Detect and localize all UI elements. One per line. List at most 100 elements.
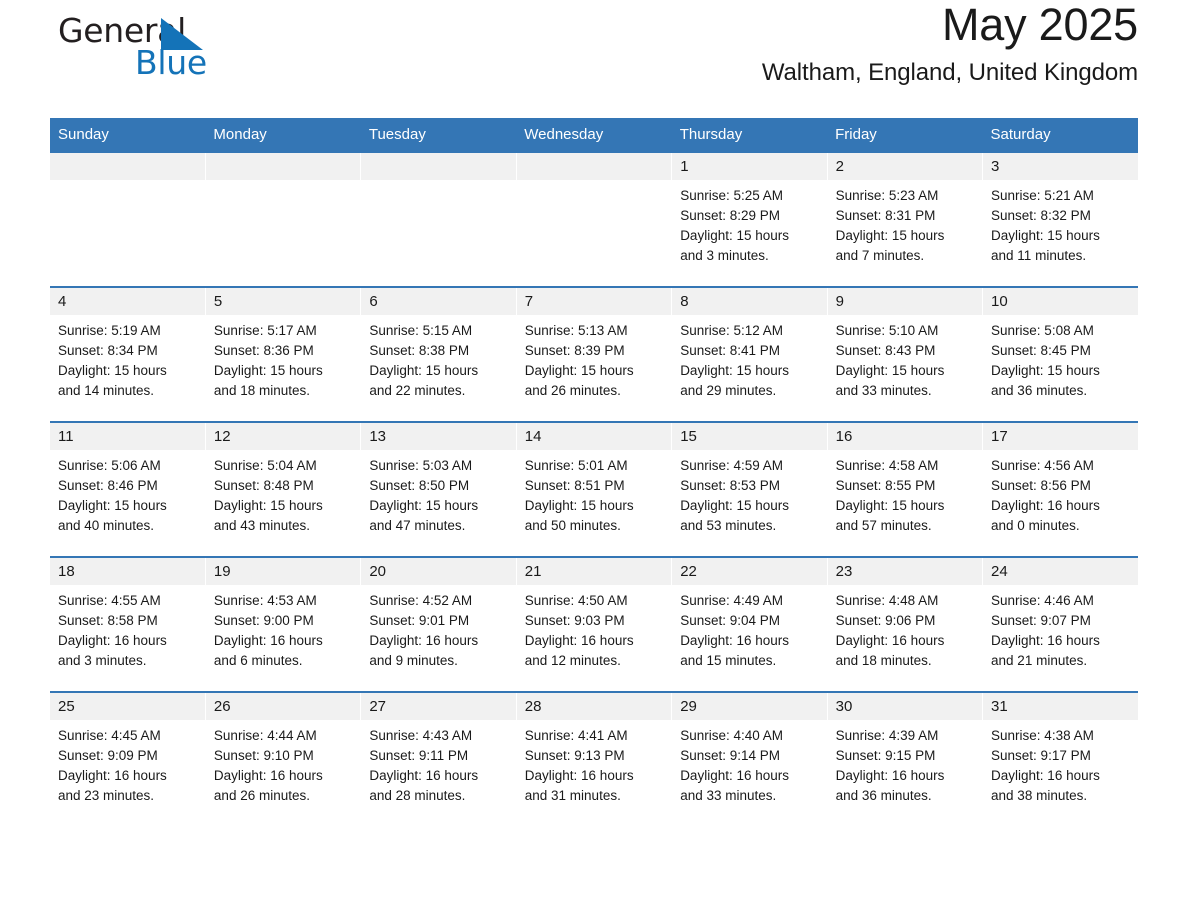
day-cell[interactable]: 19 Sunrise: 4:53 AM Sunset: 9:00 PM Dayl…: [205, 556, 362, 692]
sunset-text: Sunset: 9:03 PM: [524, 613, 625, 628]
day-number: [516, 153, 672, 180]
daylight-text-l1: Daylight: 16 hours: [835, 633, 945, 648]
day-cell[interactable]: [516, 151, 673, 287]
daylight-text-l1: Daylight: 16 hours: [213, 633, 323, 648]
day-number: [50, 153, 205, 180]
day-cell[interactable]: [205, 151, 362, 287]
sunrise-text: Sunrise: 5:03 AM: [369, 458, 473, 473]
day-cell[interactable]: 30 Sunrise: 4:39 AM Sunset: 9:15 PM Dayl…: [827, 691, 984, 826]
day-cell[interactable]: [360, 151, 517, 287]
daylight-text-l2: and 57 minutes.: [835, 518, 932, 533]
sunset-text: Sunset: 8:34 PM: [58, 343, 158, 358]
sunrise-text: Sunrise: 4:52 AM: [369, 593, 473, 608]
day-number: 26: [205, 693, 361, 720]
day-number: 18: [50, 558, 205, 585]
day-details: [50, 180, 205, 186]
day-number: 12: [205, 423, 361, 450]
sunrise-text: Sunrise: 4:39 AM: [835, 728, 939, 743]
daylight-text-l2: and 9 minutes.: [369, 653, 458, 668]
day-cell[interactable]: 4 Sunrise: 5:19 AM Sunset: 8:34 PM Dayli…: [50, 286, 206, 422]
day-cell[interactable]: 3 Sunrise: 5:21 AM Sunset: 8:32 PM Dayli…: [982, 151, 1138, 287]
day-number: 3: [983, 153, 1138, 180]
masthead: General Blue May 2025 Waltham, England, …: [50, 0, 1138, 118]
day-cell[interactable]: 18 Sunrise: 4:55 AM Sunset: 8:58 PM Dayl…: [50, 556, 206, 692]
day-cell[interactable]: 28 Sunrise: 4:41 AM Sunset: 9:13 PM Dayl…: [516, 691, 673, 826]
day-details: Sunrise: 5:17 AM Sunset: 8:36 PM Dayligh…: [206, 315, 360, 401]
day-cell[interactable]: 24 Sunrise: 4:46 AM Sunset: 9:07 PM Dayl…: [982, 556, 1138, 692]
day-cell[interactable]: 20 Sunrise: 4:52 AM Sunset: 9:01 PM Dayl…: [360, 556, 517, 692]
daylight-text-l1: Daylight: 15 hours: [58, 498, 167, 513]
day-cell[interactable]: 10 Sunrise: 5:08 AM Sunset: 8:45 PM Dayl…: [982, 286, 1138, 422]
week-row: 25 Sunrise: 4:45 AM Sunset: 9:09 PM Dayl…: [50, 691, 1138, 826]
day-number: 22: [672, 558, 827, 585]
sunset-text: Sunset: 9:11 PM: [369, 748, 469, 763]
day-cell[interactable]: 9 Sunrise: 5:10 AM Sunset: 8:43 PM Dayli…: [827, 286, 984, 422]
sunrise-text: Sunrise: 5:17 AM: [213, 323, 317, 338]
day-cell[interactable]: 26 Sunrise: 4:44 AM Sunset: 9:10 PM Dayl…: [205, 691, 362, 826]
sunset-text: Sunset: 8:56 PM: [991, 478, 1091, 493]
day-cell[interactable]: 2 Sunrise: 5:23 AM Sunset: 8:31 PM Dayli…: [827, 151, 984, 287]
day-cell[interactable]: 15 Sunrise: 4:59 AM Sunset: 8:53 PM Dayl…: [671, 421, 828, 557]
day-details: Sunrise: 4:41 AM Sunset: 9:13 PM Dayligh…: [517, 720, 671, 806]
day-cell[interactable]: 25 Sunrise: 4:45 AM Sunset: 9:09 PM Dayl…: [50, 691, 206, 826]
day-number: 29: [672, 693, 827, 720]
day-number: 21: [516, 558, 672, 585]
day-cell[interactable]: 8 Sunrise: 5:12 AM Sunset: 8:41 PM Dayli…: [671, 286, 828, 422]
day-cell[interactable]: 29 Sunrise: 4:40 AM Sunset: 9:14 PM Dayl…: [671, 691, 828, 826]
daylight-text-l1: Daylight: 16 hours: [524, 633, 634, 648]
logo-text-blue: Blue: [135, 43, 207, 82]
day-number: 8: [672, 288, 827, 315]
daylight-text-l2: and 3 minutes.: [680, 248, 769, 263]
sunrise-text: Sunrise: 4:40 AM: [680, 728, 783, 743]
day-number: 30: [827, 693, 983, 720]
daylight-text-l2: and 53 minutes.: [680, 518, 777, 533]
day-details: Sunrise: 5:13 AM Sunset: 8:39 PM Dayligh…: [517, 315, 671, 401]
day-cell[interactable]: 21 Sunrise: 4:50 AM Sunset: 9:03 PM Dayl…: [516, 556, 673, 692]
daylight-text-l2: and 7 minutes.: [835, 248, 925, 263]
day-details: Sunrise: 5:19 AM Sunset: 8:34 PM Dayligh…: [50, 315, 205, 401]
day-cell[interactable]: 6 Sunrise: 5:15 AM Sunset: 8:38 PM Dayli…: [360, 286, 517, 422]
day-cell[interactable]: 11 Sunrise: 5:06 AM Sunset: 8:46 PM Dayl…: [50, 421, 206, 557]
daylight-text-l1: Daylight: 15 hours: [680, 363, 789, 378]
sunset-text: Sunset: 8:43 PM: [835, 343, 936, 358]
sunset-text: Sunset: 8:41 PM: [680, 343, 780, 358]
day-number: 2: [827, 153, 983, 180]
sunset-text: Sunset: 9:10 PM: [213, 748, 314, 763]
sunrise-text: Sunrise: 5:06 AM: [58, 458, 161, 473]
day-cell[interactable]: 27 Sunrise: 4:43 AM Sunset: 9:11 PM Dayl…: [360, 691, 517, 826]
daylight-text-l1: Daylight: 15 hours: [991, 363, 1100, 378]
day-cell[interactable]: [50, 151, 206, 287]
day-details: Sunrise: 4:46 AM Sunset: 9:07 PM Dayligh…: [983, 585, 1138, 671]
day-cell[interactable]: 23 Sunrise: 4:48 AM Sunset: 9:06 PM Dayl…: [827, 556, 984, 692]
daylight-text-l2: and 28 minutes.: [369, 788, 466, 803]
day-cell[interactable]: 5 Sunrise: 5:17 AM Sunset: 8:36 PM Dayli…: [205, 286, 362, 422]
day-details: Sunrise: 4:43 AM Sunset: 9:11 PM Dayligh…: [361, 720, 515, 806]
daylight-text-l1: Daylight: 16 hours: [213, 768, 323, 783]
sunrise-text: Sunrise: 5:23 AM: [835, 188, 939, 203]
day-cell[interactable]: 1 Sunrise: 5:25 AM Sunset: 8:29 PM Dayli…: [671, 151, 828, 287]
day-cell[interactable]: 16 Sunrise: 4:58 AM Sunset: 8:55 PM Dayl…: [827, 421, 984, 557]
generalblue-logo[interactable]: General Blue: [58, 14, 258, 94]
weekday-header-saturday: Saturday: [982, 118, 1138, 152]
day-cell[interactable]: 14 Sunrise: 5:01 AM Sunset: 8:51 PM Dayl…: [516, 421, 673, 557]
daylight-text-l1: Daylight: 16 hours: [680, 633, 789, 648]
day-number: 11: [50, 423, 205, 450]
sunset-text: Sunset: 8:50 PM: [369, 478, 470, 493]
daylight-text-l2: and 23 minutes.: [58, 788, 155, 803]
sunrise-text: Sunrise: 5:13 AM: [524, 323, 628, 338]
sunset-text: Sunset: 9:04 PM: [680, 613, 780, 628]
day-number: 5: [205, 288, 361, 315]
day-cell[interactable]: 22 Sunrise: 4:49 AM Sunset: 9:04 PM Dayl…: [671, 556, 828, 692]
sunset-text: Sunset: 8:46 PM: [58, 478, 158, 493]
day-cell[interactable]: 12 Sunrise: 5:04 AM Sunset: 8:48 PM Dayl…: [205, 421, 362, 557]
day-number: 19: [205, 558, 361, 585]
day-cell[interactable]: 7 Sunrise: 5:13 AM Sunset: 8:39 PM Dayli…: [516, 286, 673, 422]
day-cell[interactable]: 13 Sunrise: 5:03 AM Sunset: 8:50 PM Dayl…: [360, 421, 517, 557]
day-number: 20: [361, 558, 516, 585]
sunset-text: Sunset: 8:39 PM: [524, 343, 625, 358]
day-cell[interactable]: 31 Sunrise: 4:38 AM Sunset: 9:17 PM Dayl…: [982, 691, 1138, 826]
day-cell[interactable]: 17 Sunrise: 4:56 AM Sunset: 8:56 PM Dayl…: [982, 421, 1138, 557]
calendar-table: Sunday Monday Tuesday Wednesday Thursday…: [50, 118, 1138, 826]
day-details: Sunrise: 5:23 AM Sunset: 8:31 PM Dayligh…: [828, 180, 982, 266]
day-number: [205, 153, 361, 180]
